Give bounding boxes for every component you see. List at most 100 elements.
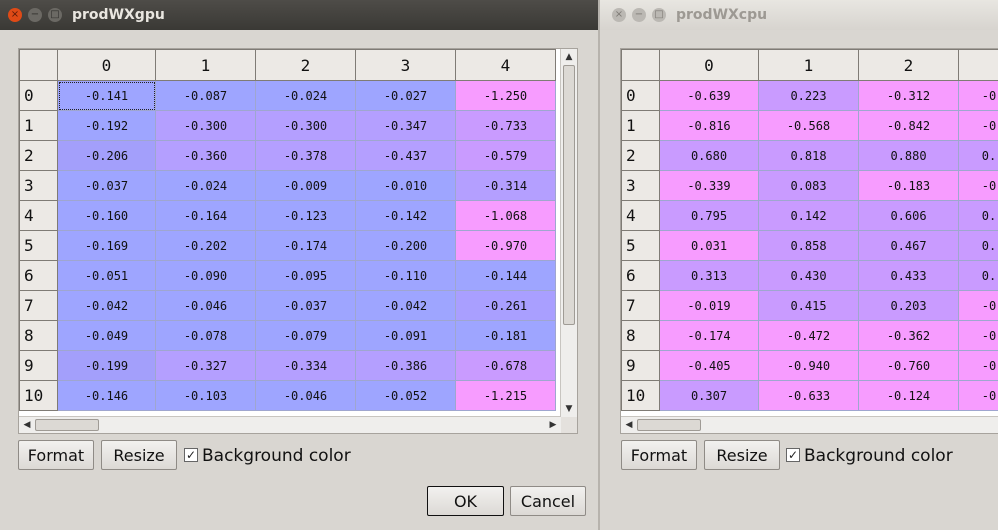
grid-cell[interactable]: -0.123 bbox=[255, 200, 356, 231]
grid-cell[interactable]: 0.313 bbox=[659, 260, 759, 291]
close-icon[interactable]: × bbox=[8, 8, 22, 22]
grid-cell[interactable]: -0.174 bbox=[255, 230, 356, 261]
row-header[interactable]: 2 bbox=[621, 140, 660, 171]
column-header[interactable]: 3 bbox=[355, 49, 456, 81]
grid-cell[interactable]: -0.110 bbox=[355, 260, 456, 291]
grid-cell[interactable]: -0.842 bbox=[858, 110, 959, 141]
grid-cell[interactable]: -0.200 bbox=[355, 230, 456, 261]
corner-cell[interactable] bbox=[621, 49, 660, 81]
grid-cell[interactable]: 0.415 bbox=[758, 290, 859, 321]
grid-cell[interactable]: -0.300 bbox=[155, 110, 256, 141]
grid-cell[interactable]: -0.970 bbox=[455, 230, 556, 261]
format-button[interactable]: Format bbox=[18, 440, 94, 470]
grid-cell[interactable]: -0 bbox=[958, 170, 998, 201]
grid-cell[interactable]: -0.037 bbox=[255, 290, 356, 321]
grid-cell[interactable]: -0.339 bbox=[659, 170, 759, 201]
horizontal-scrollbar[interactable]: ◀ bbox=[621, 416, 998, 433]
grid-cell[interactable]: -0 bbox=[958, 110, 998, 141]
grid-cell[interactable]: -0.639 bbox=[659, 80, 759, 111]
row-header[interactable]: 5 bbox=[19, 230, 58, 261]
vertical-scrollbar[interactable]: ▲ ▼ bbox=[560, 49, 577, 417]
grid-cell[interactable]: -1.250 bbox=[455, 80, 556, 111]
grid-cell[interactable]: 0.307 bbox=[659, 380, 759, 411]
data-grid[interactable]: 0 1 2 3 4 0 -0.141 -0.087 -0.024 -0.027 -1.250 1 -0.… bbox=[18, 48, 578, 434]
column-header[interactable] bbox=[958, 49, 998, 81]
grid-cell[interactable]: -0.816 bbox=[659, 110, 759, 141]
grid-cell[interactable]: -0.206 bbox=[57, 140, 156, 171]
grid-cell[interactable]: -0.090 bbox=[155, 260, 256, 291]
grid-cell[interactable]: -0.091 bbox=[355, 320, 456, 351]
grid-cell[interactable]: -0.160 bbox=[57, 200, 156, 231]
checkbox[interactable]: ✓ bbox=[184, 448, 198, 462]
grid-cell[interactable]: -0.046 bbox=[155, 290, 256, 321]
row-header[interactable]: 8 bbox=[19, 320, 58, 351]
grid-cell[interactable]: -0.174 bbox=[659, 320, 759, 351]
grid-cell[interactable]: 0.795 bbox=[659, 200, 759, 231]
column-header[interactable]: 1 bbox=[758, 49, 859, 81]
grid-cell[interactable]: -0.095 bbox=[255, 260, 356, 291]
grid-cell[interactable]: -0 bbox=[958, 290, 998, 321]
scroll-down-icon[interactable]: ▼ bbox=[561, 401, 577, 417]
grid-cell[interactable]: -0.049 bbox=[57, 320, 156, 351]
grid-cell[interactable]: 0.430 bbox=[758, 260, 859, 291]
grid-cell[interactable]: -0.181 bbox=[455, 320, 556, 351]
grid-cell[interactable]: -0.347 bbox=[355, 110, 456, 141]
grid-cell[interactable]: -0.579 bbox=[455, 140, 556, 171]
grid-cell[interactable]: -0 bbox=[958, 350, 998, 381]
grid-cell[interactable]: -0.472 bbox=[758, 320, 859, 351]
row-header[interactable]: 3 bbox=[19, 170, 58, 201]
resize-button[interactable]: Resize bbox=[704, 440, 780, 470]
grid-cell[interactable]: 0.606 bbox=[858, 200, 959, 231]
grid-cell[interactable]: 0.142 bbox=[758, 200, 859, 231]
grid-cell[interactable]: 0. bbox=[958, 230, 998, 261]
column-header[interactable]: 0 bbox=[659, 49, 759, 81]
format-button[interactable]: Format bbox=[621, 440, 697, 470]
column-header[interactable]: 0 bbox=[57, 49, 156, 81]
checkbox[interactable]: ✓ bbox=[786, 448, 800, 462]
ok-button[interactable]: OK bbox=[427, 486, 504, 516]
grid-cell[interactable]: 0.858 bbox=[758, 230, 859, 261]
corner-cell[interactable] bbox=[19, 49, 58, 81]
resize-button[interactable]: Resize bbox=[101, 440, 177, 470]
grid-cell[interactable]: -0.378 bbox=[255, 140, 356, 171]
grid-cell[interactable]: -0.405 bbox=[659, 350, 759, 381]
grid-cell[interactable]: -0.678 bbox=[455, 350, 556, 381]
scroll-left-icon[interactable]: ◀ bbox=[621, 417, 637, 433]
grid-cell[interactable]: -0.760 bbox=[858, 350, 959, 381]
grid-cell[interactable]: 0.880 bbox=[858, 140, 959, 171]
grid-cell[interactable]: 0.467 bbox=[858, 230, 959, 261]
titlebar[interactable]: × − □ prodWXcpu bbox=[600, 0, 998, 30]
grid-cell[interactable]: -0 bbox=[958, 80, 998, 111]
column-header[interactable]: 1 bbox=[155, 49, 256, 81]
grid-cell[interactable]: -0.103 bbox=[155, 380, 256, 411]
titlebar[interactable]: × − □ prodWXgpu bbox=[0, 0, 598, 30]
row-header[interactable]: 9 bbox=[621, 350, 660, 381]
grid-cell[interactable]: -0.078 bbox=[155, 320, 256, 351]
grid-cell[interactable]: -0.027 bbox=[355, 80, 456, 111]
grid-cell[interactable]: -0.024 bbox=[155, 170, 256, 201]
grid-cell[interactable]: -0.334 bbox=[255, 350, 356, 381]
row-header[interactable]: 7 bbox=[19, 290, 58, 321]
grid-cell[interactable]: -0.144 bbox=[455, 260, 556, 291]
grid-cell[interactable]: 0.433 bbox=[858, 260, 959, 291]
row-header[interactable]: 0 bbox=[19, 80, 58, 111]
minimize-icon[interactable]: − bbox=[632, 8, 646, 22]
grid-cell[interactable]: -0.009 bbox=[255, 170, 356, 201]
row-header[interactable]: 5 bbox=[621, 230, 660, 261]
grid-cell[interactable]: -0.199 bbox=[57, 350, 156, 381]
grid-cell[interactable]: -0.046 bbox=[255, 380, 356, 411]
grid-cell[interactable]: -0.360 bbox=[155, 140, 256, 171]
scroll-thumb[interactable] bbox=[563, 65, 575, 325]
cancel-button[interactable]: Cancel bbox=[510, 486, 586, 516]
grid-cell[interactable]: -0.141 bbox=[57, 80, 156, 111]
grid-cell[interactable]: -0.164 bbox=[155, 200, 256, 231]
grid-cell[interactable]: 0.203 bbox=[858, 290, 959, 321]
scroll-thumb[interactable] bbox=[35, 419, 99, 431]
close-icon[interactable]: × bbox=[612, 8, 626, 22]
grid-cell[interactable]: 0.680 bbox=[659, 140, 759, 171]
minimize-icon[interactable]: − bbox=[28, 8, 42, 22]
grid-cell[interactable]: -0.261 bbox=[455, 290, 556, 321]
grid-cell[interactable]: -0.312 bbox=[858, 80, 959, 111]
grid-cell[interactable]: -0.940 bbox=[758, 350, 859, 381]
grid-cell[interactable]: -0.087 bbox=[155, 80, 256, 111]
